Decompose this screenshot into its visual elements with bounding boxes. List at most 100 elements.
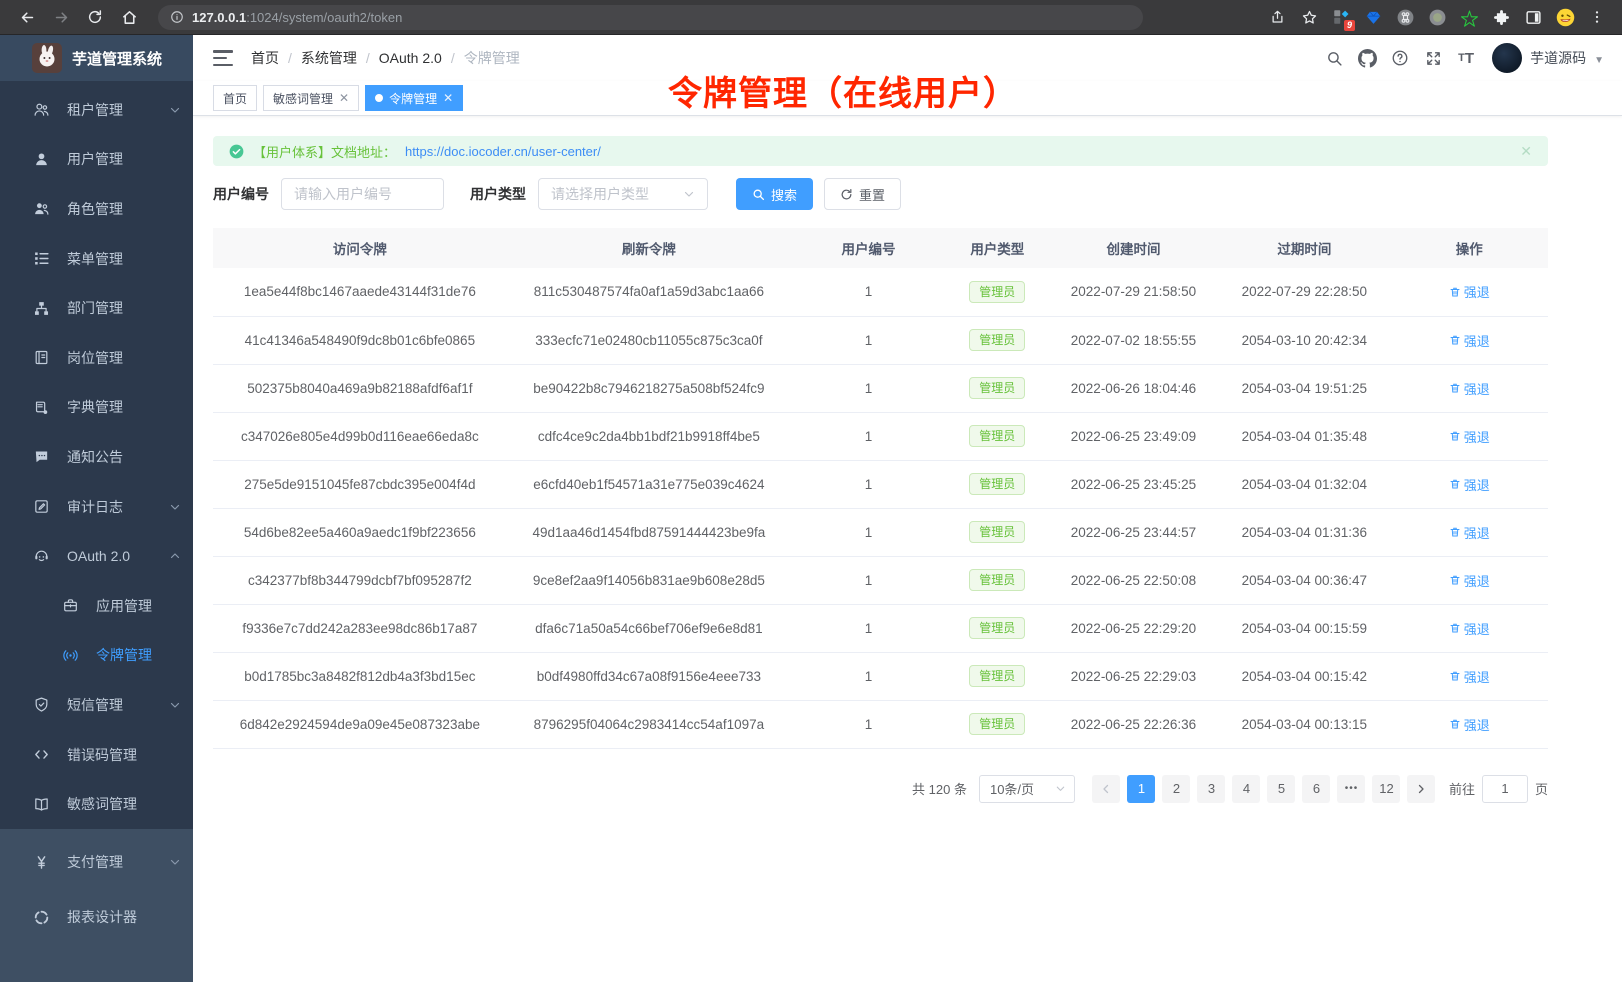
sidebar-item-post[interactable]: 岗位管理 <box>0 333 193 383</box>
sidebar-item-sms[interactable]: 短信管理 <box>0 680 193 730</box>
profile-emoji-avatar[interactable] <box>1550 3 1580 31</box>
expire-time-cell: 2054-03-04 01:31:36 <box>1218 508 1390 556</box>
github-icon[interactable] <box>1354 45 1380 71</box>
breadcrumb-separator: / <box>288 50 292 66</box>
expire-time-cell: 2054-03-04 19:51:25 <box>1218 364 1390 412</box>
extension-command-icon[interactable] <box>1390 3 1420 31</box>
browser-forward-icon[interactable] <box>44 3 78 31</box>
bookmark-star-icon[interactable] <box>1294 3 1324 31</box>
force-logout-button[interactable]: 强退 <box>1449 571 1490 590</box>
force-logout-button[interactable]: 强退 <box>1449 667 1490 686</box>
breadcrumb-item[interactable]: 系统管理 <box>301 48 357 68</box>
force-logout-button[interactable]: 强退 <box>1449 475 1490 494</box>
force-logout-button[interactable]: 强退 <box>1449 282 1490 301</box>
sidebar-item-errcode[interactable]: 错误码管理 <box>0 730 193 780</box>
force-logout-button[interactable]: 强退 <box>1449 427 1490 446</box>
force-logout-button[interactable]: 强退 <box>1449 523 1490 542</box>
role-icon <box>33 200 50 217</box>
user-id-label: 用户编号 <box>213 184 269 204</box>
tag-tab[interactable]: 首页 <box>213 85 257 111</box>
extension-grid-diamond-icon[interactable]: 9 <box>1326 3 1356 31</box>
alert-close-icon[interactable]: ✕ <box>1520 143 1532 160</box>
share-icon[interactable] <box>1262 3 1292 31</box>
pagination-page-3[interactable]: 3 <box>1197 775 1225 803</box>
extension-sidepanel-icon[interactable] <box>1518 3 1548 31</box>
dict-icon <box>33 399 50 416</box>
breadcrumb-item[interactable]: OAuth 2.0 <box>379 50 442 66</box>
sidebar-item-audit[interactable]: 审计日志 <box>0 482 193 532</box>
user-menu[interactable]: 芋道源码 ▼ <box>1492 43 1604 73</box>
sidebar-item-app[interactable]: 应用管理 <box>0 581 193 631</box>
breadcrumb-item[interactable]: 首页 <box>251 48 279 68</box>
pagination-page-6[interactable]: 6 <box>1302 775 1330 803</box>
created-time-cell: 2022-06-25 23:45:25 <box>1049 460 1219 508</box>
alert-doc-link[interactable]: https://doc.iocoder.cn/user-center/ <box>405 144 601 159</box>
search-form: 用户编号 用户类型 请选择用户类型 搜索 重置 <box>213 178 1548 210</box>
app-logo[interactable]: 芋道管理系统 <box>0 35 193 81</box>
sidebar-item-token[interactable]: 令牌管理 <box>0 631 193 681</box>
access-token-cell: c347026e805e4d99b0d116eae66eda8c <box>213 412 507 460</box>
pagination-prev-icon[interactable] <box>1092 775 1120 803</box>
extension-record-icon[interactable] <box>1422 3 1452 31</box>
pagination-page-•••[interactable]: ••• <box>1337 775 1365 803</box>
trash-icon <box>1449 718 1461 730</box>
oauth-icon <box>33 548 50 565</box>
sidebar-item-sensitive[interactable]: 敏感词管理 <box>0 779 193 829</box>
sidebar-item-report[interactable]: 报表设计器 <box>0 890 193 945</box>
table-row: f9336e7c7dd242a283ee98dc86b17a87 dfa6c71… <box>213 604 1548 652</box>
url-host: 127.0.0.1 <box>192 10 246 25</box>
pagination-page-1[interactable]: 1 <box>1127 775 1155 803</box>
extension-puzzle-icon[interactable] <box>1486 3 1516 31</box>
browser-menu-icon[interactable] <box>1582 3 1612 31</box>
pagination-page-4[interactable]: 4 <box>1232 775 1260 803</box>
page-content: 【用户体系】文档地址： https://doc.iocoder.cn/user-… <box>193 116 1622 803</box>
sidebar-item-tenant[interactable]: 租户管理 <box>0 85 193 135</box>
search-icon[interactable] <box>1321 45 1347 71</box>
force-logout-button[interactable]: 强退 <box>1449 379 1490 398</box>
browser-address-bar[interactable]: 127.0.0.1:1024/system/oauth2/token <box>158 5 1143 30</box>
close-icon[interactable]: ✕ <box>339 92 349 104</box>
fullscreen-icon[interactable] <box>1420 45 1446 71</box>
help-icon[interactable] <box>1387 45 1413 71</box>
pagination-page-5[interactable]: 5 <box>1267 775 1295 803</box>
browser-actions: 9 <box>1262 3 1612 31</box>
sidebar-item-dept[interactable]: 部门管理 <box>0 283 193 333</box>
browser-reload-icon[interactable] <box>78 3 112 31</box>
tag-tab[interactable]: 敏感词管理 ✕ <box>263 85 359 111</box>
site-info-icon[interactable] <box>170 10 184 24</box>
force-logout-button[interactable]: 强退 <box>1449 331 1490 350</box>
sidebar: 芋道管理系统 租户管理 用户管理 角色管理 菜单管理 部门管理 岗位管理 字典管… <box>0 35 193 982</box>
sidebar-item-label: 审计日志 <box>67 497 123 517</box>
pagination-next-icon[interactable] <box>1407 775 1435 803</box>
refresh-token-cell: e6cfd40eb1f54571a31e775e039c4624 <box>507 460 791 508</box>
refresh-token-cell: 8796295f04064c2983414cc54af1097a <box>507 700 791 748</box>
force-logout-button[interactable]: 强退 <box>1449 715 1490 734</box>
pagination-page-2[interactable]: 2 <box>1162 775 1190 803</box>
top-navbar: 首页/系统管理/OAuth 2.0/令牌管理 TT <box>193 35 1622 81</box>
browser-home-icon[interactable] <box>112 3 146 31</box>
sidebar-item-menu[interactable]: 菜单管理 <box>0 234 193 284</box>
page-size-select[interactable]: 10条/页 <box>979 775 1075 803</box>
chevron-down-icon <box>169 104 181 116</box>
user-type-select[interactable]: 请选择用户类型 <box>538 178 708 210</box>
doc-alert: 【用户体系】文档地址： https://doc.iocoder.cn/user-… <box>213 136 1548 166</box>
extension-gem-icon[interactable] <box>1358 3 1388 31</box>
extension-star-icon[interactable] <box>1454 3 1484 31</box>
sidebar-item-dict[interactable]: 字典管理 <box>0 383 193 433</box>
force-logout-button[interactable]: 强退 <box>1449 619 1490 638</box>
goto-page-input[interactable] <box>1482 775 1528 803</box>
search-button[interactable]: 搜索 <box>736 178 813 210</box>
sidebar-item-role[interactable]: 角色管理 <box>0 184 193 234</box>
close-icon[interactable]: ✕ <box>443 92 453 104</box>
pagination-page-12[interactable]: 12 <box>1372 775 1400 803</box>
font-size-icon[interactable]: TT <box>1453 45 1479 71</box>
browser-back-icon[interactable] <box>10 3 44 31</box>
sidebar-item-user[interactable]: 用户管理 <box>0 135 193 185</box>
tag-tab[interactable]: 令牌管理 ✕ <box>365 85 463 111</box>
sidebar-item-notice[interactable]: 通知公告 <box>0 432 193 482</box>
user-id-input[interactable] <box>294 186 431 202</box>
sidebar-toggle-icon[interactable] <box>213 50 233 66</box>
sidebar-item-oauth[interactable]: OAuth 2.0 <box>0 531 193 581</box>
reset-button[interactable]: 重置 <box>824 178 901 210</box>
sidebar-item-pay[interactable]: 支付管理 <box>0 835 193 890</box>
